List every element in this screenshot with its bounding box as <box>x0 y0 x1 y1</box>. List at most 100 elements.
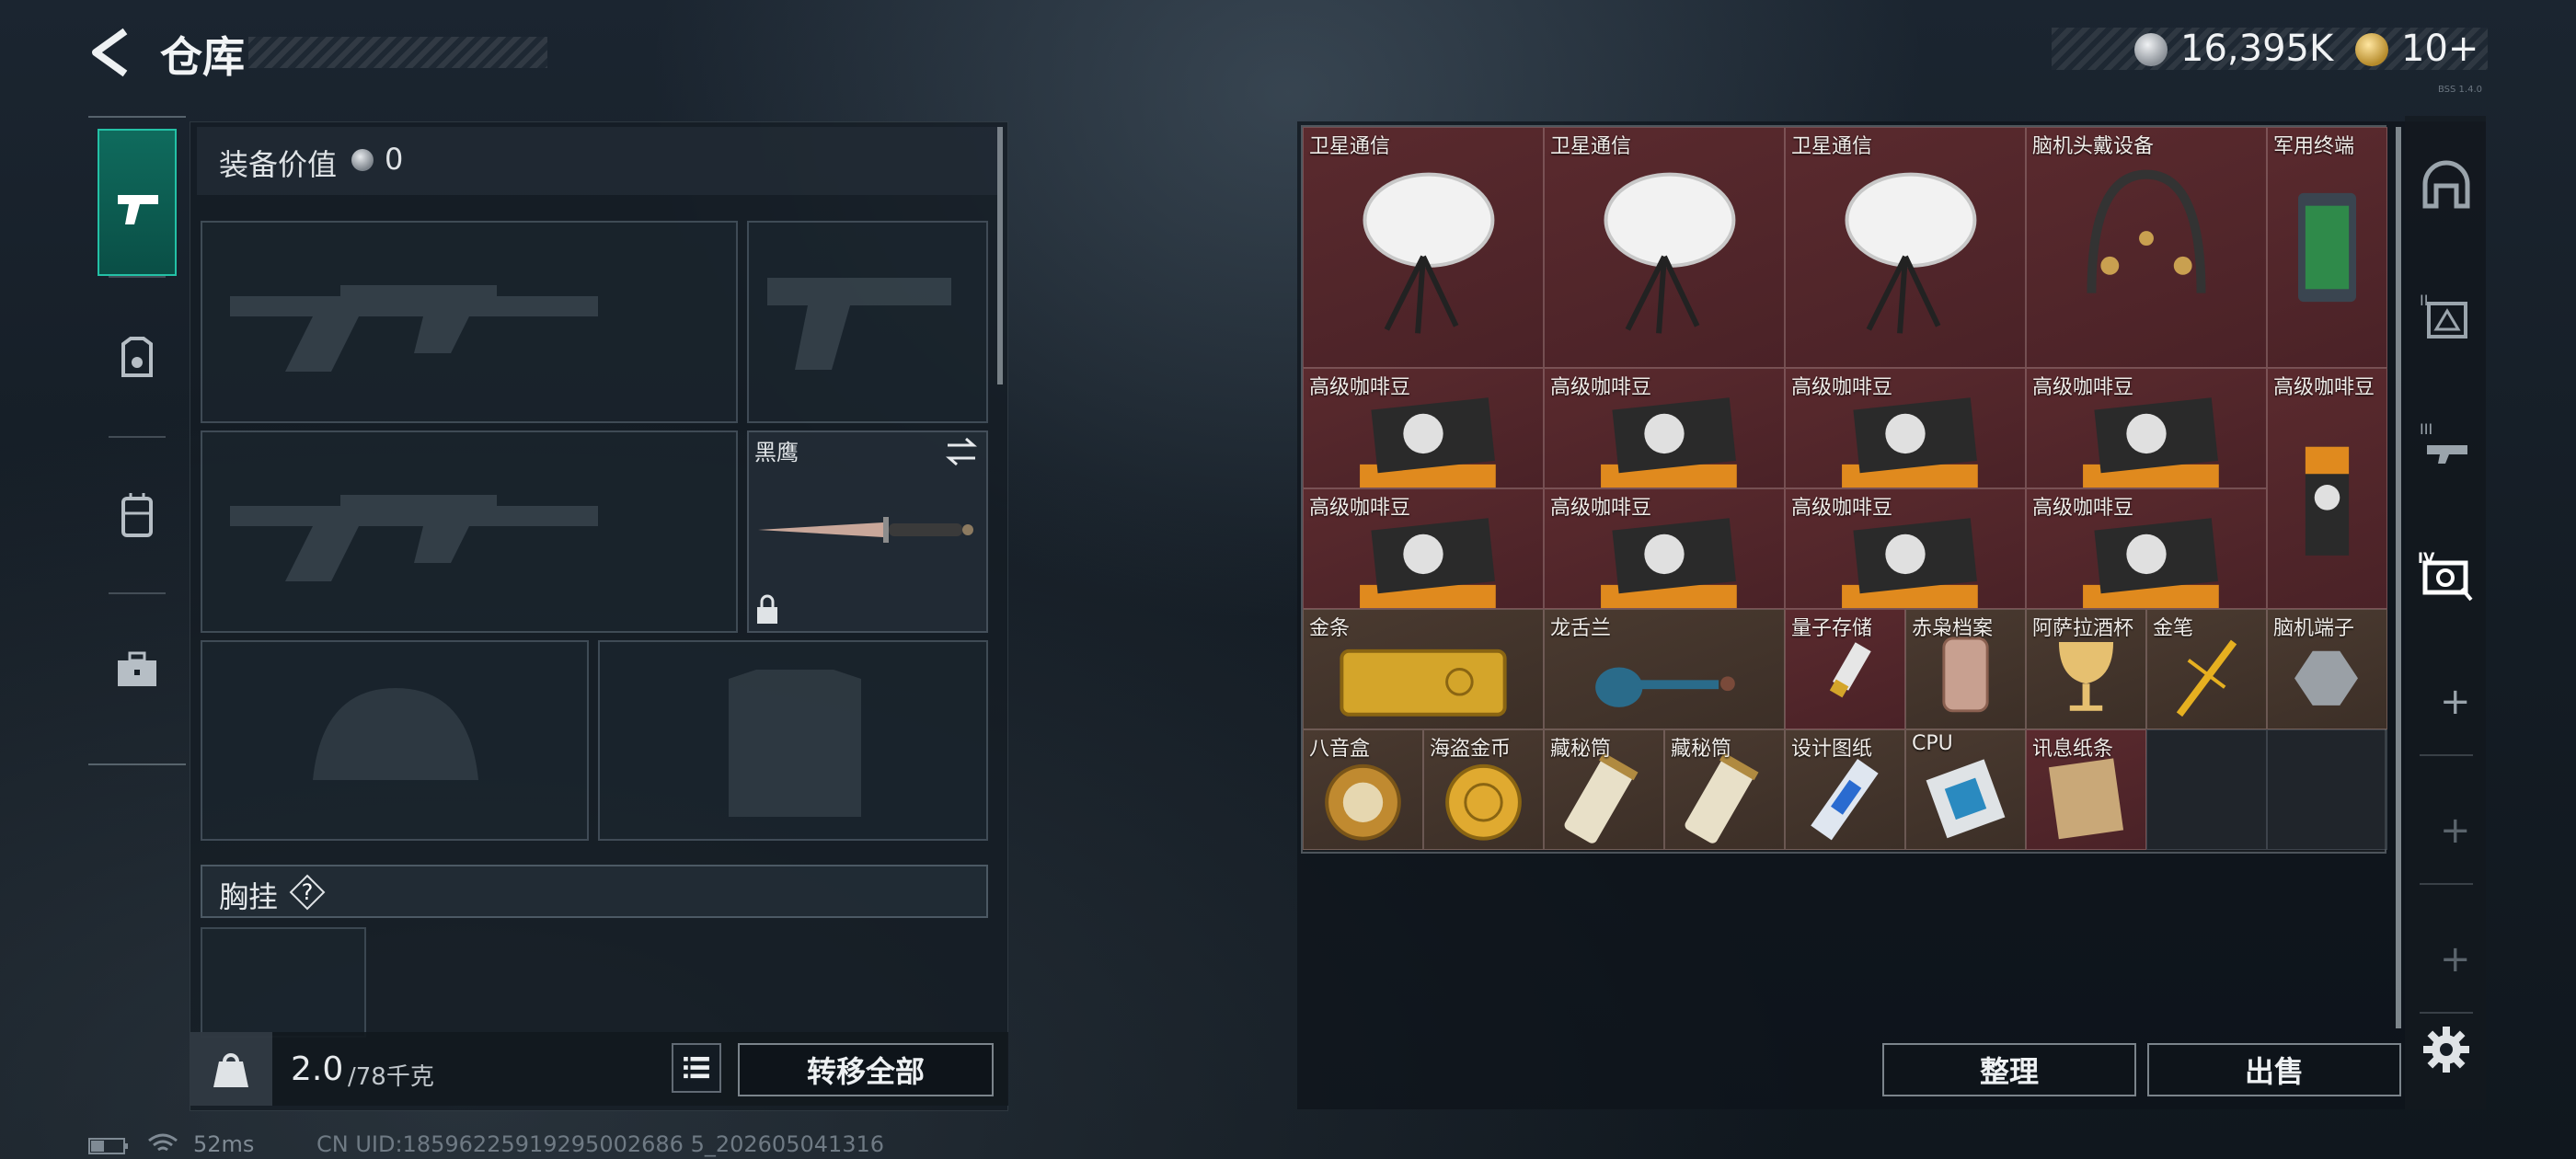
uid-text: CN UID:18596225919295002686 5_2026050413… <box>316 1131 885 1157</box>
ping-text: 52ms <box>193 1131 255 1157</box>
sidebar-divider <box>109 436 166 438</box>
storage-item[interactable]: 高级咖啡豆 <box>1303 368 1544 488</box>
storage-item-name: 藏秘筒 <box>1671 738 1732 761</box>
toolbox-icon <box>118 651 156 686</box>
storage-item[interactable]: 高级咖啡豆 <box>2026 368 2267 488</box>
back-button[interactable] <box>85 26 138 79</box>
equipment-scrollbar[interactable] <box>997 127 1003 384</box>
storage-item[interactable]: 卫星通信 <box>1303 127 1544 368</box>
svg-text:?: ? <box>302 879 314 905</box>
list-view-button[interactable] <box>672 1043 721 1093</box>
storage-item-name: 卫星通信 <box>1550 135 1632 158</box>
satellite-dish-icon <box>1604 172 1736 334</box>
satellite-dish-icon <box>1845 172 1977 334</box>
shelf-add-button-locked: + <box>2440 938 2471 981</box>
storage-item[interactable]: 高级咖啡豆 <box>1785 488 2026 609</box>
storage-item-name: 高级咖啡豆 <box>2032 497 2134 520</box>
pistol-slot[interactable] <box>747 221 988 423</box>
storage-item[interactable]: 卫星通信 <box>1544 127 1785 368</box>
military-terminal-icon <box>2297 192 2357 303</box>
storage-item-name: 藏秘筒 <box>1550 738 1612 761</box>
shelf-divider <box>2420 883 2473 885</box>
tab-case[interactable] <box>98 603 177 751</box>
transfer-all-button[interactable]: 转移全部 <box>738 1043 994 1096</box>
settings-gear-icon[interactable] <box>2420 1023 2473 1076</box>
armor-vest-icon <box>121 337 153 377</box>
storage-item-name: 龙舌兰 <box>1550 617 1612 640</box>
storage-item-name: 海盗金币 <box>1430 738 1512 761</box>
list-icon <box>684 1056 709 1079</box>
tab-backpack[interactable] <box>98 447 177 594</box>
primary-weapon-slot-2[interactable] <box>201 430 738 633</box>
storage-item-name: 量子存储 <box>1791 617 1873 640</box>
storage-item-name: 脑机头戴设备 <box>2032 135 2155 158</box>
storage-item[interactable]: 高级咖啡豆 <box>1303 488 1544 609</box>
storage-item-name: 卫星通信 <box>1309 135 1391 158</box>
silver-coin-icon <box>2134 33 2168 66</box>
storage-item-name: 高级咖啡豆 <box>1550 376 1652 399</box>
equipment-value-amount: 0 <box>385 142 404 177</box>
storage-item[interactable]: 龙舌兰 <box>1544 609 1785 729</box>
storage-item-name: 高级咖啡豆 <box>2032 376 2134 399</box>
vest-silhouette-icon <box>729 670 861 817</box>
storage-scrollbar[interactable] <box>2396 127 2401 1028</box>
storage-item-name: 脑机端子 <box>2273 617 2355 640</box>
storage-item[interactable]: 藏秘筒 <box>1664 729 1785 850</box>
rifle-silhouette-icon <box>230 495 598 581</box>
body-armor-slot[interactable] <box>598 640 988 841</box>
storage-item[interactable]: 脑机头戴设备 <box>2026 127 2267 368</box>
storage-item-name: 八音盒 <box>1309 738 1371 761</box>
storage-item[interactable]: 金笔 <box>2146 609 2267 729</box>
storage-item[interactable]: 讯息纸条 <box>2026 729 2146 850</box>
storage-item[interactable]: 高级咖啡豆 <box>1544 368 1785 488</box>
empty-storage-cell[interactable] <box>2267 729 2387 850</box>
storage-item[interactable]: 设计图纸 <box>1785 729 1905 850</box>
silver-coin-amount: 16,395K <box>2180 28 2334 70</box>
storage-item-name: 高级咖啡豆 <box>1550 497 1652 520</box>
storage-item[interactable]: 高级咖啡豆 <box>1544 488 1785 609</box>
knife-image <box>758 517 973 543</box>
storage-item[interactable]: 高级咖啡豆 <box>2267 368 2387 609</box>
storage-item[interactable]: 军用终端 <box>2267 127 2387 368</box>
storage-item[interactable]: 海盗金币 <box>1423 729 1544 850</box>
shelf-tab-4-active[interactable]: IV <box>2414 543 2478 607</box>
storage-item[interactable]: 赤枭档案 <box>1905 609 2026 729</box>
equipment-value-label: 装备价值 <box>219 147 338 182</box>
shelf-tab-3[interactable]: III <box>2414 414 2478 478</box>
storage-item-name: CPU <box>1912 732 1953 755</box>
storage-item[interactable]: 脑机端子 <box>2267 609 2387 729</box>
weight-max: /78千克 <box>348 1063 434 1091</box>
shelf-divider <box>2420 754 2473 756</box>
storage-item[interactable]: 阿萨拉酒杯 <box>2026 609 2146 729</box>
storage-item-name: 高级咖啡豆 <box>1309 376 1411 399</box>
storage-item[interactable]: 八音盒 <box>1303 729 1423 850</box>
tab-weapons[interactable] <box>98 129 177 276</box>
shelf-tab-overview[interactable] <box>2414 156 2478 221</box>
storage-item[interactable]: 藏秘筒 <box>1544 729 1664 850</box>
primary-weapon-slot-1[interactable] <box>201 221 738 423</box>
organize-button[interactable]: 整理 <box>1882 1043 2136 1096</box>
helmet-slot[interactable] <box>201 640 589 841</box>
title-stripe-decoration <box>248 37 547 68</box>
helmet-silhouette-icon <box>313 688 478 780</box>
storage-item[interactable]: 金条 <box>1303 609 1544 729</box>
chest-rig-slot[interactable] <box>201 927 366 1038</box>
page-title: 仓库 <box>160 32 245 82</box>
storage-item[interactable]: 高级咖啡豆 <box>2026 488 2267 609</box>
rifle-silhouette-icon <box>230 285 598 372</box>
weight-current: 2.0 <box>291 1050 344 1088</box>
empty-storage-cell[interactable] <box>2146 729 2267 850</box>
storage-item[interactable]: 高级咖啡豆 <box>1785 368 2026 488</box>
shelf-add-button[interactable]: + <box>2440 681 2471 723</box>
sell-button[interactable]: 出售 <box>2147 1043 2401 1096</box>
help-icon[interactable]: ? <box>287 872 328 912</box>
storage-item-name: 金条 <box>1309 617 1351 640</box>
storage-item-name: 高级咖啡豆 <box>1791 376 1893 399</box>
shelf-tab-2[interactable]: II <box>2414 285 2478 350</box>
tab-armor[interactable] <box>98 291 177 438</box>
storage-item[interactable]: 量子存储 <box>1785 609 1905 729</box>
storage-item[interactable]: 卫星通信 <box>1785 127 2026 368</box>
swap-icon[interactable] <box>944 436 979 467</box>
storage-item-name: 金笔 <box>2153 617 2194 640</box>
storage-item[interactable]: CPU <box>1905 729 2026 850</box>
